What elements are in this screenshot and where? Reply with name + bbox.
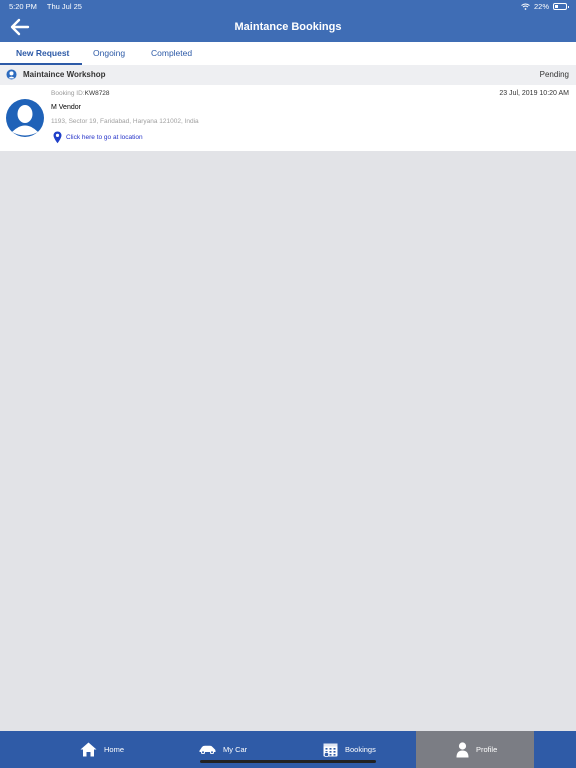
avatar	[6, 99, 44, 137]
tab-ongoing[interactable]: Ongoing	[93, 48, 125, 58]
nav-profile-label: Profile	[476, 745, 498, 754]
status-date: Thu Jul 25	[46, 2, 82, 11]
battery-percent: 22%	[533, 2, 549, 11]
booking-date: 23 Jul, 2019 10:20 AM	[499, 90, 569, 97]
home-indicator	[200, 760, 376, 763]
map-pin-icon	[53, 131, 62, 144]
person-icon	[456, 741, 469, 757]
section-label: Maintaince Workshop	[23, 70, 106, 79]
car-icon	[199, 745, 216, 754]
app-screen: 5:20 PM Thu Jul 25 22% Maintance Booking…	[0, 0, 576, 768]
person-icon	[6, 69, 17, 80]
tab-bar: New Request Ongoing Completed	[0, 42, 576, 66]
tab-completed[interactable]: Completed	[151, 48, 192, 58]
vendor-address: 1193, Sector 19, Faridabad, Haryana 1210…	[51, 118, 199, 125]
vendor-name: M Vendor	[51, 104, 81, 111]
status-bar-right: 22%	[521, 2, 569, 11]
nav-profile[interactable]: Profile	[416, 731, 534, 768]
booking-id: Booking ID:KW8728	[51, 90, 110, 97]
booking-card[interactable]: Booking ID:KW8728 23 Jul, 2019 10:20 AM …	[0, 85, 576, 151]
booking-id-value: KW8728	[84, 90, 110, 97]
booking-id-label: Booking ID:	[51, 90, 85, 97]
battery-icon	[553, 3, 569, 10]
status-time: 5:20 PM	[9, 2, 37, 11]
nav-home-label: Home	[104, 745, 125, 754]
calendar-icon	[323, 743, 338, 757]
status-bar-left: 5:20 PM Thu Jul 25	[9, 2, 90, 11]
tab-new-request[interactable]: New Request	[16, 48, 69, 58]
nav-my-car-label: My Car	[223, 745, 248, 754]
wifi-icon	[521, 3, 530, 10]
location-link-label: Click here to go at location	[66, 134, 143, 141]
page-title: Maintance Bookings	[234, 21, 342, 33]
nav-home[interactable]: Home	[80, 731, 124, 768]
location-link[interactable]: Click here to go at location	[53, 131, 143, 144]
status-badge: Pending	[539, 70, 569, 79]
section-header: Maintaince Workshop Pending	[0, 65, 576, 85]
nav-bookings-label: Bookings	[345, 745, 376, 754]
home-icon	[80, 742, 97, 757]
top-bar: 5:20 PM Thu Jul 25 22% Maintance Booking…	[0, 0, 576, 42]
